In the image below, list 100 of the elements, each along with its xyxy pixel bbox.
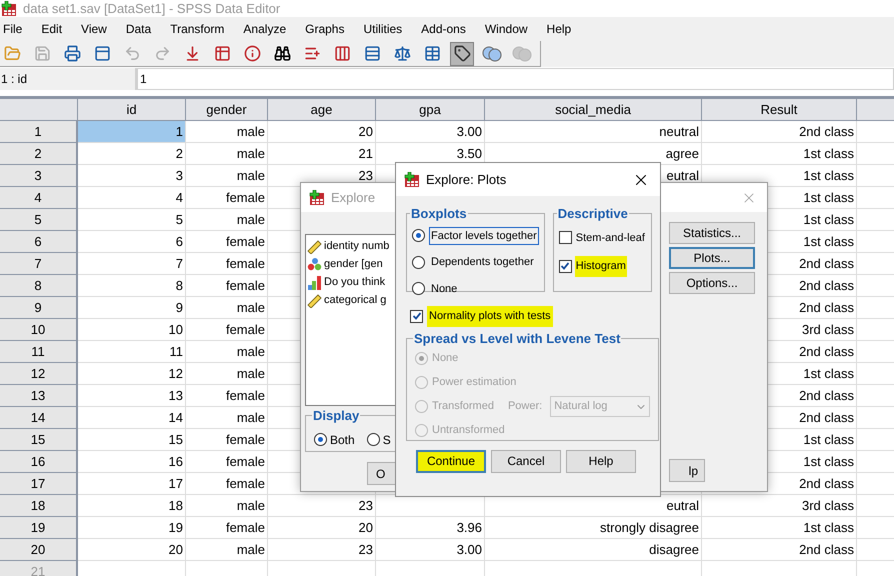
dialog-button[interactable]: Continue bbox=[416, 450, 486, 472]
table-cell: 20 bbox=[78, 539, 186, 561]
radio-label: Dependents together bbox=[430, 255, 535, 270]
table-cell: male bbox=[186, 495, 268, 517]
row-header[interactable]: 12 bbox=[0, 363, 78, 385]
column-header[interactable]: gpa bbox=[376, 99, 485, 121]
window-title: data set1.sav [DataSet1] - SPSS Data Editor bbox=[23, 0, 280, 18]
variable-item[interactable]: Do you think bbox=[306, 273, 395, 291]
row-header[interactable]: 15 bbox=[0, 429, 78, 451]
radio-label: None bbox=[430, 282, 458, 296]
table-cell: 3 bbox=[78, 165, 186, 187]
table-cell: 18 bbox=[78, 495, 186, 517]
table-cell: 3.00 bbox=[376, 539, 485, 561]
table-cell: 7 bbox=[78, 253, 186, 275]
table-cell: 3.00 bbox=[376, 121, 485, 143]
table-cell: male bbox=[186, 209, 268, 231]
row-header[interactable]: 16 bbox=[0, 451, 78, 473]
table-cell: 3rd class bbox=[702, 495, 857, 517]
table-cell: 2 bbox=[78, 143, 186, 165]
table-cell: female bbox=[186, 385, 268, 407]
variable-label: Do you think bbox=[324, 274, 386, 290]
row-header[interactable]: 5 bbox=[0, 209, 78, 231]
table-cell: 21 bbox=[268, 143, 376, 165]
table-cell: disagree bbox=[485, 539, 702, 561]
checkbox-label: Normality plots with tests bbox=[427, 306, 553, 326]
table-cell: female bbox=[186, 275, 268, 297]
table-cell: female bbox=[186, 253, 268, 275]
table-cell: 2nd class bbox=[702, 121, 857, 143]
table-cell: male bbox=[186, 407, 268, 429]
dialog-button[interactable]: Statistics... bbox=[669, 222, 755, 244]
row-header[interactable]: 11 bbox=[0, 341, 78, 363]
row-header[interactable]: 1 bbox=[0, 121, 78, 143]
menu-item[interactable]: Data bbox=[126, 20, 152, 38]
variable-item[interactable]: categorical g bbox=[306, 291, 395, 309]
column-header[interactable]: id bbox=[78, 99, 186, 121]
radio-label: Untransformed bbox=[432, 423, 505, 438]
variable-list[interactable]: identity numb gender [gen Do you think categorical g bbox=[305, 234, 396, 406]
menu-item[interactable]: View bbox=[81, 20, 107, 38]
dialog-button[interactable]: Help bbox=[566, 450, 636, 472]
menu-item[interactable]: File bbox=[3, 20, 22, 38]
row-header[interactable]: 17 bbox=[0, 473, 78, 495]
row-header[interactable]: 18 bbox=[0, 495, 78, 517]
variable-item[interactable]: gender [gen bbox=[306, 255, 395, 273]
row-header[interactable]: 9 bbox=[0, 297, 78, 319]
table-cell: male bbox=[186, 121, 268, 143]
table-cell: female bbox=[186, 517, 268, 539]
row-header[interactable]: 6 bbox=[0, 231, 78, 253]
menu-item[interactable]: Utilities bbox=[363, 20, 402, 38]
table-cell: 20 bbox=[268, 517, 376, 539]
row-header[interactable]: 14 bbox=[0, 407, 78, 429]
dialog-title: Explore bbox=[331, 188, 376, 207]
table-cell: 3.96 bbox=[376, 517, 485, 539]
radio-label: Factor levels together bbox=[429, 226, 539, 245]
radio-label: Power estimation bbox=[432, 375, 516, 390]
column-header[interactable]: Result bbox=[702, 99, 857, 121]
row-header[interactable]: 13 bbox=[0, 385, 78, 407]
table-cell: 15 bbox=[78, 429, 186, 451]
table-cell: 5 bbox=[78, 209, 186, 231]
row-header[interactable]: 7 bbox=[0, 253, 78, 275]
menu-item[interactable]: Analyze bbox=[243, 20, 286, 38]
row-header[interactable]: 10 bbox=[0, 319, 78, 341]
table-cell: 9 bbox=[78, 297, 186, 319]
menu-item[interactable]: Transform bbox=[170, 20, 224, 38]
group-label: Spread vs Level with Levene Test bbox=[413, 330, 622, 348]
variable-label: identity numb bbox=[324, 238, 390, 254]
table-cell: 8 bbox=[78, 275, 186, 297]
row-header[interactable]: 20 bbox=[0, 539, 78, 561]
column-header[interactable]: social_media bbox=[485, 99, 702, 121]
table-cell: 19 bbox=[78, 517, 186, 539]
row-header[interactable]: 3 bbox=[0, 165, 78, 187]
dialog-button[interactable]: lp bbox=[669, 459, 705, 482]
cell-value-field[interactable]: 1 bbox=[137, 68, 894, 90]
row-header[interactable]: 2 bbox=[0, 143, 78, 165]
table-cell: 6 bbox=[78, 231, 186, 253]
table-cell: male bbox=[186, 297, 268, 319]
table-cell: female bbox=[186, 231, 268, 253]
table-cell: female bbox=[186, 429, 268, 451]
menu-item[interactable]: Window bbox=[484, 20, 528, 38]
row-header[interactable]: 19 bbox=[0, 517, 78, 539]
menu-item[interactable]: Edit bbox=[41, 20, 62, 38]
table-cell: 16 bbox=[78, 451, 186, 473]
table-cell: male bbox=[186, 143, 268, 165]
menu-item[interactable]: Add-ons bbox=[421, 20, 466, 38]
table-cell: 11 bbox=[78, 341, 186, 363]
row-header[interactable]: 4 bbox=[0, 187, 78, 209]
menu-item[interactable]: Help bbox=[546, 20, 572, 38]
variable-item[interactable]: identity numb bbox=[306, 237, 395, 255]
column-header[interactable]: age bbox=[268, 99, 376, 121]
radio-label: Both bbox=[330, 432, 355, 448]
dialog-button[interactable]: Cancel bbox=[491, 450, 561, 472]
row-header[interactable]: 8 bbox=[0, 275, 78, 297]
radio-label: Transformed bbox=[432, 399, 494, 414]
menu-item[interactable]: Graphs bbox=[305, 20, 344, 38]
dialog-button[interactable]: Options... bbox=[669, 272, 755, 294]
table-cell: 20 bbox=[268, 121, 376, 143]
table-cell: male bbox=[186, 539, 268, 561]
dialog-button[interactable]: Plots... bbox=[669, 247, 755, 269]
column-header[interactable]: gender bbox=[186, 99, 268, 121]
table-cell: female bbox=[186, 319, 268, 341]
power-label: Power: bbox=[508, 399, 542, 414]
